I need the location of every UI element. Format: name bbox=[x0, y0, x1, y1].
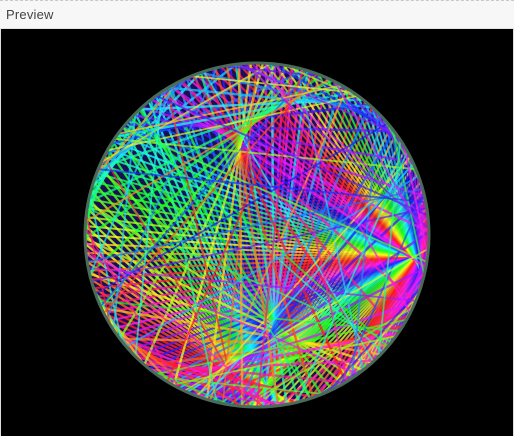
preview-canvas bbox=[1, 29, 513, 436]
string-lines-group bbox=[85, 63, 429, 407]
panel-header: Preview bbox=[0, 0, 514, 29]
preview-panel: Preview bbox=[0, 0, 514, 436]
string-art-graphic bbox=[83, 61, 431, 409]
panel-title: Preview bbox=[6, 7, 54, 22]
